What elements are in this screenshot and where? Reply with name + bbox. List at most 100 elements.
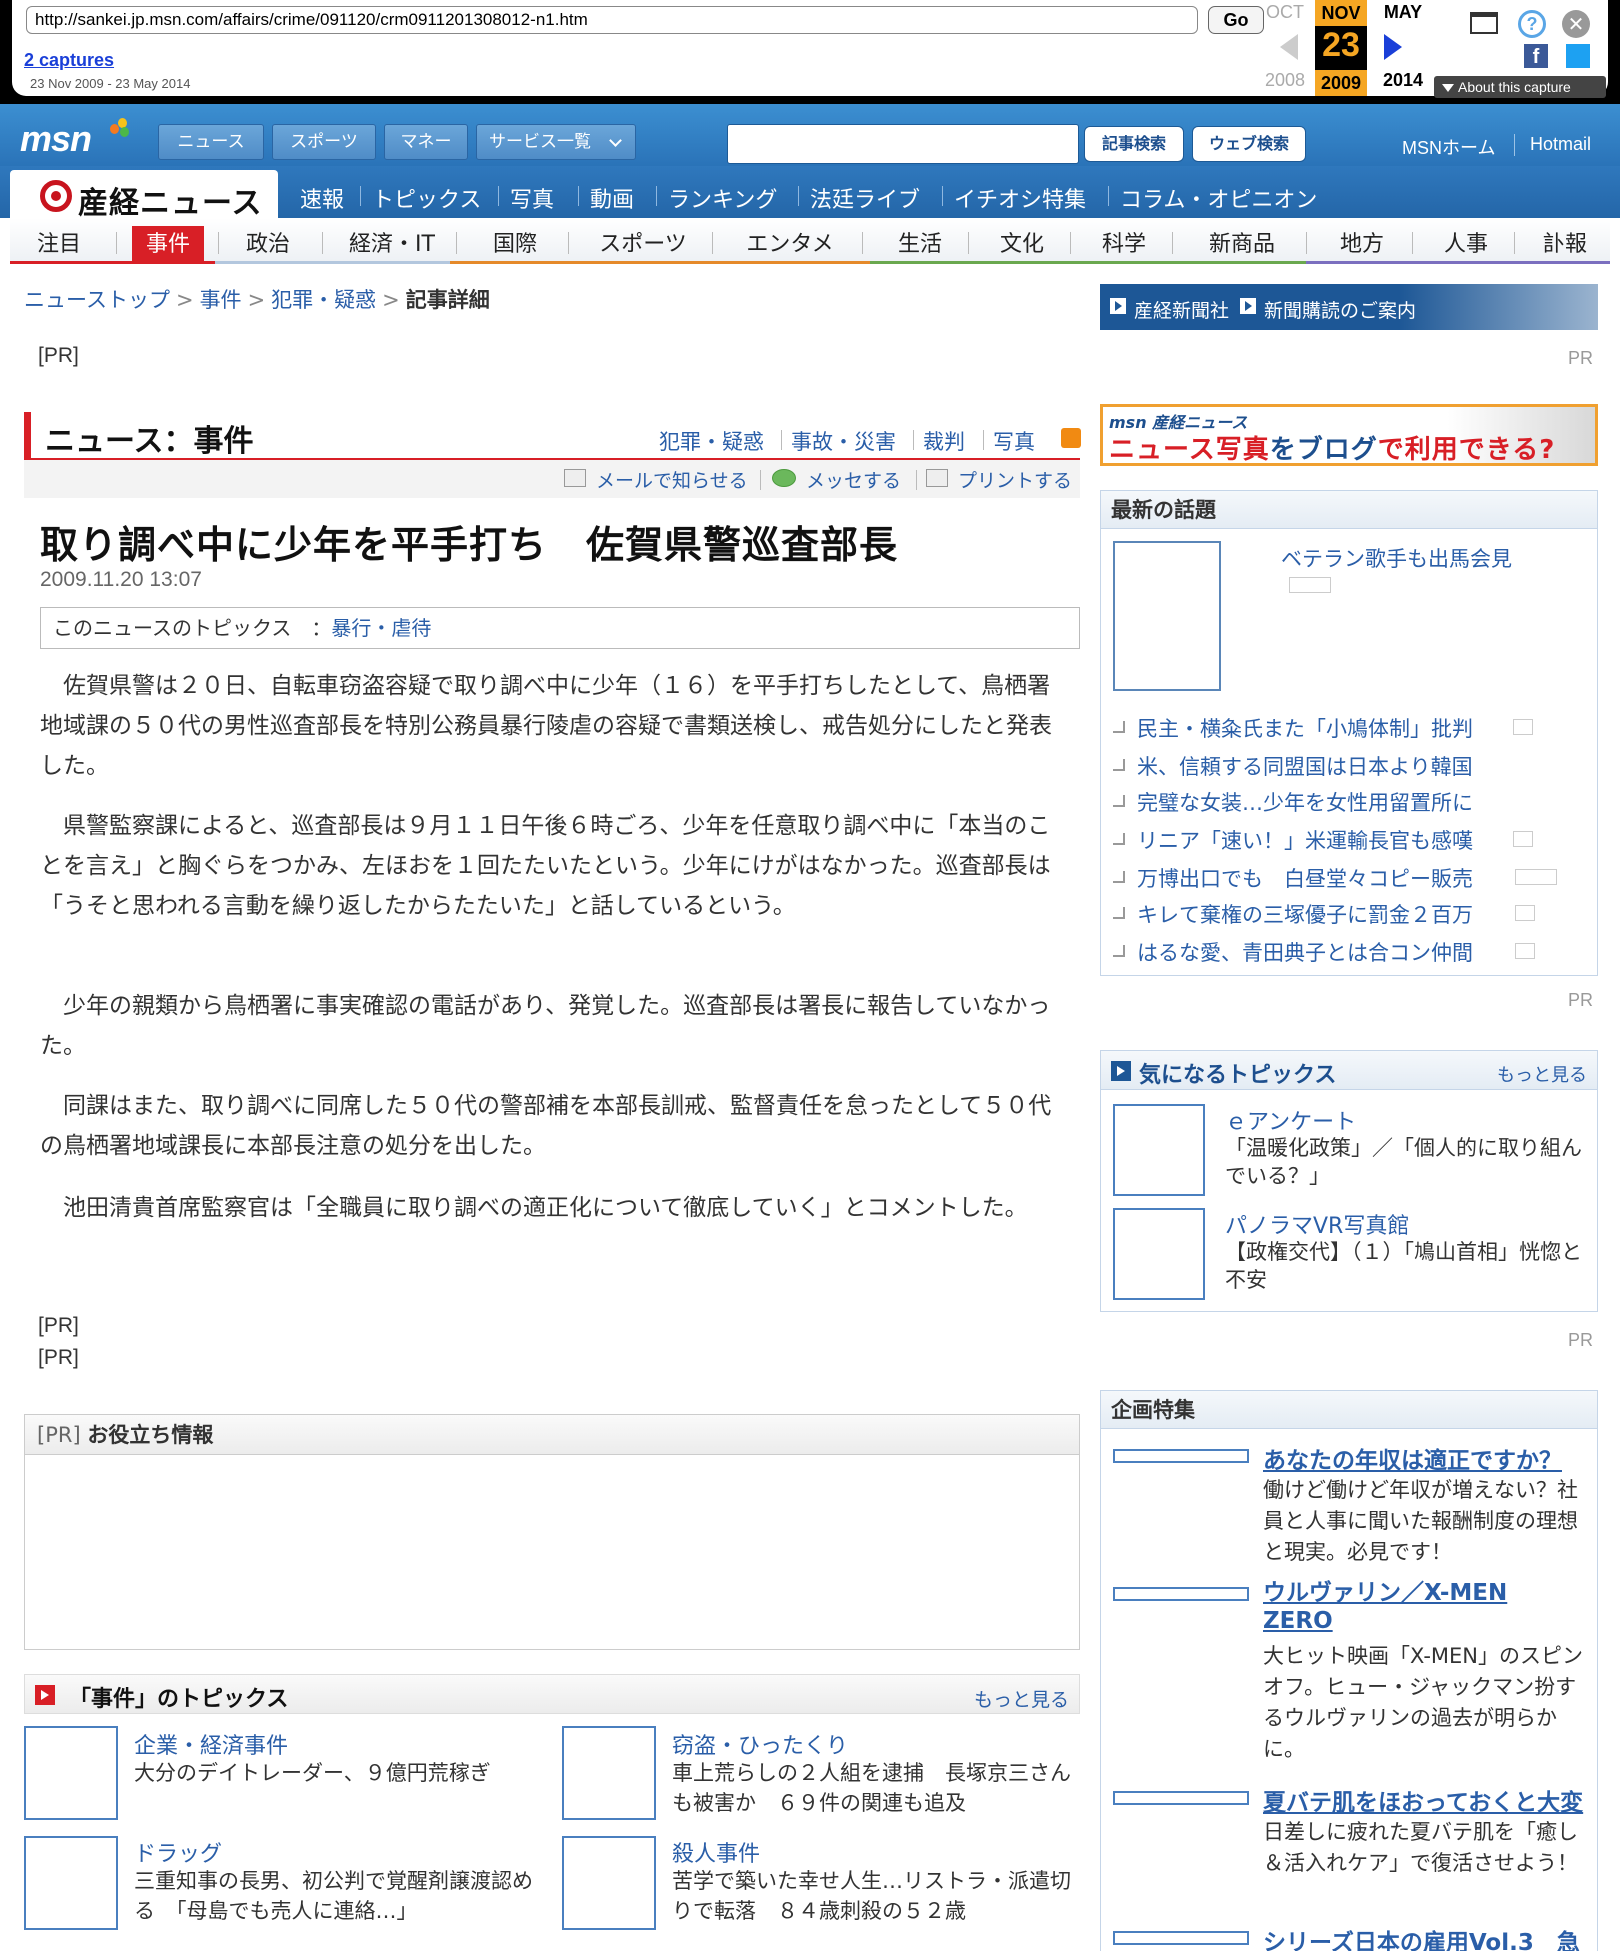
rss-icon[interactable] bbox=[1061, 428, 1081, 448]
tab-bunka[interactable]: 文化 bbox=[974, 226, 1070, 258]
latest-topic-link[interactable]: 民主・横粂氏また「小鳩体制」批判 bbox=[1113, 713, 1473, 743]
window-icon[interactable] bbox=[1470, 12, 1498, 34]
latest-topic-link[interactable]: 万博出口でも 白昼堂々コピー販売 bbox=[1113, 863, 1473, 893]
nav-video[interactable]: 動画 bbox=[590, 182, 634, 214]
topic-thumbnail[interactable] bbox=[24, 1836, 118, 1930]
tab-fuho[interactable]: 訃報 bbox=[1520, 226, 1610, 258]
photo-blog-banner[interactable]: msn 産経ニュース ニュース写真をブログで利用できる? bbox=[1100, 404, 1598, 466]
feature-link[interactable]: あなたの年収は適正ですか？ bbox=[1263, 1441, 1562, 1475]
section-link-trial[interactable]: 裁判 bbox=[923, 426, 965, 456]
topic-text[interactable]: 車上荒らしの２人組を逮捕 長塚京三さんも被害か ６９件の関連も追及 bbox=[672, 1758, 1082, 1818]
web-search-button[interactable]: ウェブ検索 bbox=[1192, 126, 1306, 162]
facebook-icon[interactable]: f bbox=[1524, 44, 1548, 68]
jiken-topics-more-link[interactable]: もっと見る bbox=[974, 1685, 1069, 1712]
tab-keizai-it[interactable]: 経済・IT bbox=[332, 226, 452, 258]
section-link-crime[interactable]: 犯罪・疑惑 bbox=[659, 426, 764, 456]
topic-category-link[interactable]: 殺人事件 bbox=[672, 1836, 760, 1868]
msn-tab-services[interactable]: サービス一覧 bbox=[476, 124, 636, 160]
section-link-accident[interactable]: 事故・災害 bbox=[791, 426, 896, 456]
print-link[interactable]: プリントする bbox=[958, 466, 1072, 493]
wayback-url-input[interactable]: http://sankei.jp.msn.com/affairs/crime/0… bbox=[26, 6, 1198, 34]
feature-link[interactable]: シリーズ日本の雇用Vol.3 急 bbox=[1263, 1923, 1580, 1951]
feature-thumbnail[interactable] bbox=[1113, 1931, 1249, 1945]
prev-year[interactable]: 2008 bbox=[1260, 70, 1310, 91]
breadcrumb-top[interactable]: ニューストップ bbox=[24, 288, 170, 312]
feature-thumbnail[interactable] bbox=[1113, 1791, 1249, 1805]
article-topic-link[interactable]: 暴行・虐待 bbox=[331, 616, 431, 640]
kini-topic-link[interactable]: パノラマVR写真館 bbox=[1225, 1208, 1409, 1240]
kini-topic-desc[interactable]: 【政権交代】（１）「鳩山首相」恍惚と不安 bbox=[1225, 1238, 1595, 1294]
kini-topic-link[interactable]: ｅアンケート bbox=[1225, 1104, 1356, 1136]
next-year[interactable]: 2014 bbox=[1374, 70, 1432, 91]
breadcrumb-jiken[interactable]: 事件 bbox=[200, 288, 242, 312]
tab-shinshohin[interactable]: 新商品 bbox=[1178, 226, 1306, 258]
latest-topic-link[interactable]: キレて棄権の三塚優子に罰金２百万 bbox=[1113, 899, 1473, 929]
topic-category-link[interactable]: ドラッグ bbox=[134, 1836, 222, 1868]
subscription-link[interactable]: 新聞購読のご案内 bbox=[1264, 296, 1416, 323]
kini-thumbnail[interactable] bbox=[1113, 1104, 1205, 1196]
msn-tab-news[interactable]: ニュース bbox=[158, 124, 264, 160]
next-capture-arrow-icon[interactable] bbox=[1384, 34, 1402, 60]
topic-thumbnail[interactable] bbox=[24, 1726, 118, 1820]
latest-topic-link[interactable]: 米、信頼する同盟国は日本より韓国 bbox=[1113, 751, 1473, 781]
sankei-company-link[interactable]: 産経新聞社 bbox=[1134, 296, 1229, 323]
tab-chumoku[interactable]: 注目 bbox=[24, 226, 94, 258]
nav-features[interactable]: イチオシ特集 bbox=[954, 182, 1086, 214]
tab-kokusai[interactable]: 国際 bbox=[466, 226, 564, 258]
close-icon[interactable]: ✕ bbox=[1562, 10, 1590, 38]
nav-photos[interactable]: 写真 bbox=[510, 182, 554, 214]
help-icon[interactable]: ? bbox=[1518, 10, 1546, 38]
nav-ranking[interactable]: ランキング bbox=[668, 182, 777, 214]
topic-category-link[interactable]: 企業・経済事件 bbox=[134, 1728, 288, 1760]
tab-entame[interactable]: エンタメ bbox=[722, 226, 858, 258]
tab-sports[interactable]: スポーツ bbox=[578, 226, 708, 258]
prev-capture-arrow-icon[interactable] bbox=[1280, 34, 1298, 60]
latest-topic-link[interactable]: はるな愛、青田典子とは合コン仲間 bbox=[1113, 937, 1473, 967]
topic-thumbnail[interactable] bbox=[562, 1726, 656, 1820]
tab-jinji[interactable]: 人事 bbox=[1418, 226, 1514, 258]
msn-tab-money[interactable]: マネー bbox=[384, 124, 468, 160]
sankei-logo[interactable]: 産経ニュース bbox=[10, 170, 278, 221]
topic-thumbnail[interactable] bbox=[562, 1836, 656, 1930]
kini-thumbnail[interactable] bbox=[1113, 1208, 1205, 1300]
feature-thumbnail[interactable] bbox=[1113, 1587, 1249, 1601]
mail-share-link[interactable]: メールで知らせる bbox=[596, 466, 748, 493]
twitter-icon[interactable] bbox=[1566, 44, 1590, 68]
subscription-banner[interactable]: 産経新聞社 新聞購読のご案内 bbox=[1100, 284, 1598, 330]
kini-topic-desc[interactable]: 「温暖化政策」／「個人的に取り組んでいる？」 bbox=[1225, 1134, 1595, 1190]
prev-month[interactable]: OCT bbox=[1260, 2, 1310, 23]
captures-link[interactable]: 2 captures bbox=[24, 50, 114, 71]
nav-column-opinion[interactable]: コラム・オピニオン bbox=[1120, 182, 1317, 214]
next-month[interactable]: MAY bbox=[1374, 2, 1432, 23]
tab-chiho[interactable]: 地方 bbox=[1312, 226, 1412, 258]
latest-featured-link[interactable]: ベテラン歌手も出馬会見 bbox=[1281, 543, 1512, 573]
kini-topics-more-link[interactable]: もっと見る bbox=[1497, 1061, 1587, 1087]
feature-link[interactable]: 夏バテ肌をほおっておくと大変 bbox=[1263, 1783, 1583, 1817]
topic-category-link[interactable]: 窃盗・ひったくり bbox=[672, 1728, 848, 1760]
about-capture-button[interactable]: About this capture bbox=[1434, 76, 1606, 98]
tab-kagaku[interactable]: 科学 bbox=[1076, 226, 1172, 258]
msn-tab-sports[interactable]: スポーツ bbox=[272, 124, 376, 160]
latest-topic-link[interactable]: リニア「速い！」米運輸長官も感嘆 bbox=[1113, 825, 1473, 855]
nav-court-live[interactable]: 法廷ライブ bbox=[810, 182, 920, 214]
latest-featured-thumbnail[interactable] bbox=[1113, 541, 1221, 691]
topic-text[interactable]: 大分のデイトレーダー、９億円荒稼ぎ bbox=[134, 1758, 544, 1788]
latest-topic-link[interactable]: 完璧な女装…少年を女性用留置所に bbox=[1113, 787, 1473, 817]
tab-jiken[interactable]: 事件 bbox=[132, 226, 204, 264]
messenger-share-link[interactable]: メッセする bbox=[806, 466, 901, 493]
wayback-go-button[interactable]: Go bbox=[1208, 6, 1264, 34]
hotmail-link[interactable]: Hotmail bbox=[1530, 134, 1591, 155]
topic-text[interactable]: 苦学で築いた幸せ人生…リストラ・派遣切りで転落 ８４歳刺殺の５２歳 bbox=[672, 1866, 1082, 1926]
msn-logo[interactable]: msn bbox=[20, 118, 92, 160]
tab-seiji[interactable]: 政治 bbox=[228, 226, 308, 258]
feature-thumbnail[interactable] bbox=[1113, 1449, 1249, 1463]
msn-home-link[interactable]: MSNホーム bbox=[1402, 134, 1495, 160]
topic-text[interactable]: 三重知事の長男、初公判で覚醒剤譲渡認める 「母島でも売人に連絡…」 bbox=[134, 1866, 544, 1926]
feature-link[interactable]: ウルヴァリン／X-MEN ZERO bbox=[1263, 1579, 1563, 1635]
msn-search-input[interactable] bbox=[727, 124, 1079, 164]
nav-sokuho[interactable]: 速報 bbox=[300, 182, 344, 214]
tab-seikatsu[interactable]: 生活 bbox=[872, 226, 968, 258]
article-search-button[interactable]: 記事検索 bbox=[1084, 126, 1184, 162]
section-link-photo[interactable]: 写真 bbox=[993, 426, 1035, 456]
nav-topics[interactable]: トピックス bbox=[372, 182, 481, 214]
